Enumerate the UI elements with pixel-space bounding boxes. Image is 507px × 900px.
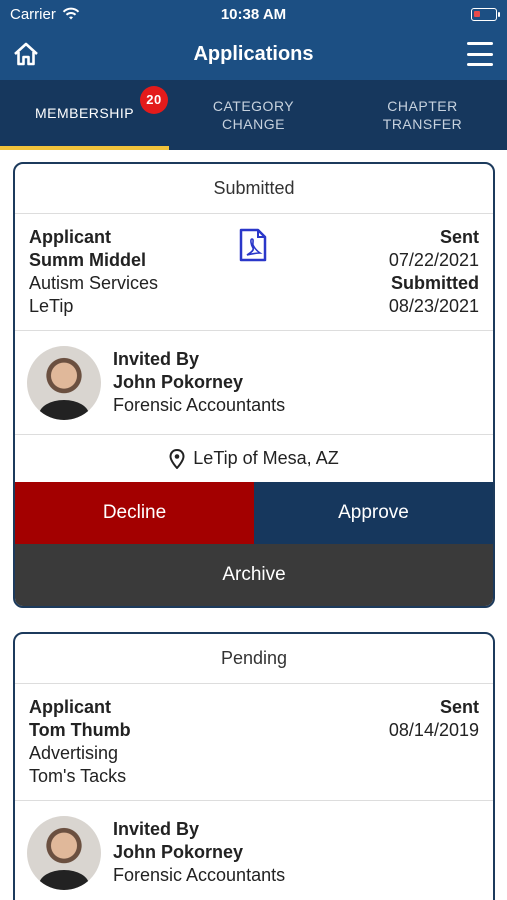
applications-list[interactable]: Submitted Applicant Summ Middel Autism S…: [0, 150, 507, 900]
tab-bar: MEMBERSHIP 20 CATEGORY CHANGE CHAPTER TR…: [0, 80, 507, 150]
location-label: LeTip of Mesa, AZ: [193, 448, 339, 468]
tab-label: CHAPTER TRANSFER: [382, 98, 463, 132]
count-badge: 20: [140, 86, 168, 114]
menu-icon[interactable]: [467, 42, 493, 66]
inviter-section: Invited By John Pokorney Forensic Accoun…: [15, 801, 493, 900]
application-card: Submitted Applicant Summ Middel Autism S…: [13, 162, 495, 608]
card-status: Submitted: [15, 164, 493, 214]
submitted-date: 08/23/2021: [388, 296, 479, 316]
page-title: Applications: [193, 42, 314, 65]
avatar: [27, 815, 101, 890]
wifi-icon: [62, 7, 80, 20]
applicant-details: Applicant Tom Thumb Advertising Tom's Ta…: [15, 684, 493, 801]
decline-button[interactable]: Decline: [15, 482, 254, 544]
invited-by-label: Invited By: [113, 349, 200, 369]
chapter-location: LeTip of Mesa, AZ: [15, 435, 493, 482]
sent-label: Sent: [439, 227, 479, 247]
location-pin-icon: [169, 448, 185, 469]
avatar: [27, 345, 101, 420]
applicant-org: Tom's Tacks: [29, 766, 127, 786]
invited-by-label: Invited By: [113, 819, 200, 839]
home-icon[interactable]: [12, 40, 40, 68]
inviter-section: Invited By John Pokorney Forensic Accoun…: [15, 331, 493, 435]
battery-icon: [471, 7, 500, 21]
applicant-details: Applicant Summ Middel Autism Services Le…: [15, 214, 493, 331]
inviter-name: John Pokorney: [113, 842, 244, 862]
tab-label: CATEGORY CHANGE: [212, 98, 295, 132]
applicant-category: Advertising: [29, 743, 119, 763]
dates-column: Sent 07/22/2021 Submitted 08/23/2021: [389, 226, 479, 318]
action-row: Decline Approve: [15, 482, 493, 544]
inviter-category: Forensic Accountants: [113, 395, 286, 415]
tab-category-change[interactable]: CATEGORY CHANGE: [169, 80, 338, 150]
submitted-label: Submitted: [391, 273, 479, 293]
pdf-icon[interactable]: [239, 228, 267, 262]
application-card: Pending Applicant Tom Thumb Advertising …: [13, 632, 495, 900]
status-bar: Carrier 10:38 AM: [0, 0, 507, 28]
tab-label: MEMBERSHIP: [34, 105, 135, 121]
approve-button[interactable]: Approve: [254, 482, 493, 544]
archive-button[interactable]: Archive: [15, 544, 493, 606]
tab-chapter-transfer[interactable]: CHAPTER TRANSFER: [338, 80, 507, 150]
inviter-name: John Pokorney: [113, 372, 244, 392]
card-status: Pending: [15, 634, 493, 684]
carrier-label: Carrier: [10, 5, 56, 23]
dates-column: Sent 08/14/2019: [389, 696, 479, 742]
tab-membership[interactable]: MEMBERSHIP 20: [0, 80, 169, 150]
navigation-bar: Applications: [0, 28, 507, 80]
sent-date: 07/22/2021: [388, 250, 479, 270]
sent-label: Sent: [439, 697, 479, 717]
sent-date: 08/14/2019: [388, 720, 479, 740]
inviter-category: Forensic Accountants: [113, 865, 286, 885]
